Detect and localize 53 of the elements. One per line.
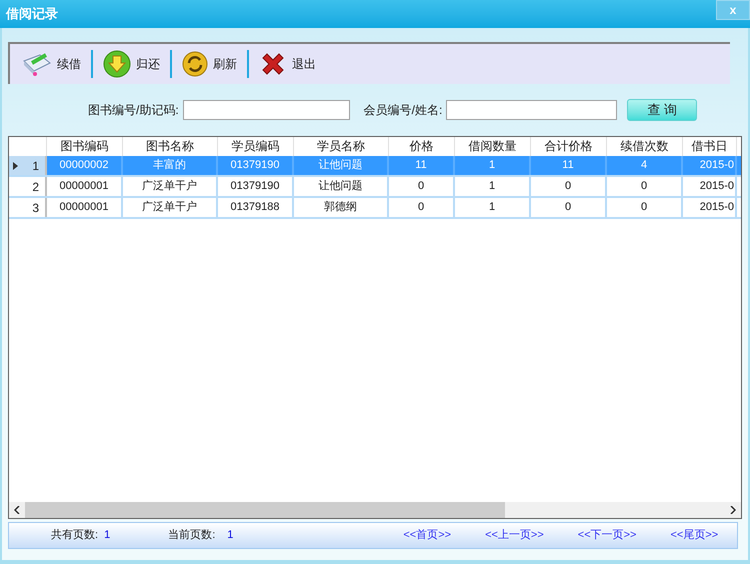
table-row[interactable]: 1 00000002 丰富的 01379190 让他问题 11 1 11 4 2015-0	[9, 156, 741, 177]
current-page-label: 当前页数:	[168, 528, 216, 544]
table-cell: 2015-0	[683, 198, 737, 217]
toolbar-button[interactable]: 续借	[20, 51, 83, 77]
toolbar-button[interactable]: 刷新	[180, 51, 239, 77]
table-cell: 11	[531, 156, 607, 175]
table-cell: 让他问题	[294, 177, 389, 196]
table-cell: 00000001	[47, 177, 123, 196]
table-cell: 丰富的	[123, 156, 218, 175]
table-cell: 01379188	[218, 198, 294, 217]
table-cell: 00000002	[47, 156, 123, 175]
table-cell: 0	[389, 198, 455, 217]
table-cell: 01379190	[218, 156, 294, 175]
refresh-icon	[182, 51, 208, 77]
table-cell: 11	[389, 156, 455, 175]
toolbar-button[interactable]: 归还	[101, 50, 162, 78]
table-cell: 0	[531, 198, 607, 217]
book-search-field[interactable]	[182, 100, 350, 120]
table-cell: 广泛单干户	[123, 177, 218, 196]
toolbar-button[interactable]: 退出	[257, 50, 318, 78]
total-pages-value: 1	[104, 528, 110, 544]
table-cell: 0	[389, 177, 455, 196]
total-pages-label: 共有页数:	[51, 528, 98, 544]
table-cell: 2015-0	[683, 177, 737, 196]
table-cell: 0	[531, 177, 607, 196]
table-cell: 4	[607, 156, 683, 175]
pager-link[interactable]: <<尾页>>	[670, 527, 718, 544]
table-cell: 1	[455, 177, 531, 196]
table-cell: 广泛单干户	[123, 198, 218, 217]
table-row[interactable]: 2 00000001 广泛单干户 01379190 让他问题 0 1 0 0 2015-0	[9, 177, 741, 198]
table-cell: 01379190	[218, 177, 294, 196]
pager-link[interactable]: <<首页>>	[403, 527, 452, 544]
table-cell: 郭德纲	[294, 198, 389, 217]
pager-link[interactable]: <<上一页>>	[485, 527, 544, 544]
table-cell: 0	[607, 198, 683, 217]
table-cell: 1	[455, 198, 531, 217]
current-page-value: 1	[227, 528, 234, 544]
scroll-left-icon[interactable]	[14, 506, 20, 514]
member-search-label: 会员编号/姓名:	[364, 102, 442, 119]
table-row[interactable]: 3 00000001 广泛单干户 01379188 郭德纲 0 1 0 0 2015-0	[9, 198, 741, 219]
window-title: 借阅记录	[6, 5, 58, 24]
member-search-field[interactable]	[446, 100, 618, 120]
notebook-pencil-icon	[22, 51, 52, 77]
scroll-right-icon[interactable]	[730, 506, 736, 514]
table-cell: 2015-0	[683, 156, 737, 175]
row-header: 1	[9, 156, 47, 175]
book-search-label: 图书编号/助记码:	[88, 102, 179, 119]
pager-link[interactable]: <<下一页>>	[578, 527, 636, 544]
table-cell: 让他问题	[294, 156, 389, 175]
table-cell: 0	[607, 177, 683, 196]
table-cell: 00000001	[47, 198, 123, 217]
table-cell: 1	[455, 156, 531, 175]
query-button[interactable]: 查 询	[627, 99, 698, 121]
